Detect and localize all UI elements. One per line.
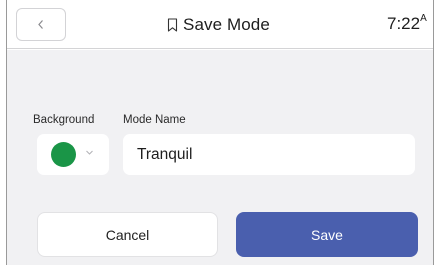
- background-color-picker[interactable]: [37, 134, 109, 175]
- mode-name-label: Mode Name: [123, 114, 186, 126]
- bookmark-icon: [167, 18, 178, 32]
- save-mode-dialog: Save Mode 7:22A Background Mode Name Can…: [6, 0, 434, 265]
- form-panel: Background Mode Name Cancel Save: [7, 50, 433, 265]
- clock-time: 7:22: [387, 14, 421, 33]
- page-title-text: Save Mode: [183, 15, 270, 34]
- page-title: Save Mode: [167, 13, 270, 37]
- header-bar: Save Mode 7:22A: [7, 0, 433, 49]
- status-clock: 7:22A: [387, 13, 427, 34]
- mode-name-input[interactable]: [123, 134, 415, 175]
- clock-suffix: A: [420, 13, 427, 24]
- chevron-left-icon: [37, 19, 45, 30]
- chevron-down-icon: [85, 149, 94, 156]
- color-swatch: [51, 142, 76, 167]
- save-button[interactable]: Save: [236, 212, 418, 257]
- cancel-button[interactable]: Cancel: [37, 212, 218, 257]
- back-button[interactable]: [16, 8, 66, 41]
- background-label: Background: [33, 114, 95, 126]
